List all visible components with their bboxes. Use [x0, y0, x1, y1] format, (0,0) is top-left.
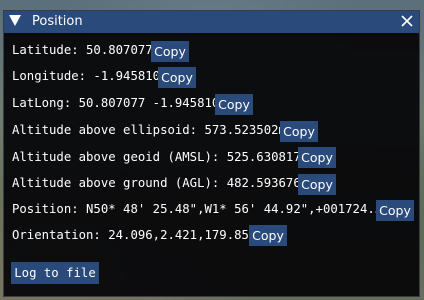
altitude-ground-label: Altitude above ground (AGL): 482.593676m [12, 176, 309, 190]
window-title: Position [32, 14, 83, 29]
longitude-label: Longitude: -1.945810 [12, 69, 161, 83]
log-to-file-button[interactable]: Log to file [11, 262, 99, 284]
position-label: Position: N50* 48' 25.48",W1* 56' 44.92"… [12, 202, 390, 216]
position-window: Position Latitude: 50.807077 Copy Longit… [3, 10, 420, 297]
latlong-label: LatLong: 50.807077 -1.945810 [12, 96, 220, 110]
copy-latlong-button[interactable]: Copy [215, 94, 253, 115]
close-icon[interactable] [399, 13, 415, 29]
copy-longitude-button[interactable]: Copy [158, 67, 196, 88]
altitude-ellipsoid-label: Altitude above ellipsoid: 573.523502m [12, 123, 286, 137]
altitude-geoid-label: Altitude above geoid (AMSL): 525.630817m [12, 150, 309, 164]
orientation-label: Orientation: 24.096,2.421,179.858 [12, 228, 257, 242]
triangle-down-icon[interactable] [9, 15, 21, 26]
copy-altitude-geoid-button[interactable]: Copy [298, 147, 336, 168]
copy-orientation-button[interactable]: Copy [249, 225, 287, 246]
copy-altitude-ground-button[interactable]: Copy [298, 174, 336, 195]
copy-altitude-ellipsoid-button[interactable]: Copy [280, 121, 318, 142]
window-titlebar[interactable]: Position [4, 11, 419, 33]
copy-position-button[interactable]: Copy [376, 200, 414, 221]
latitude-label: Latitude: 50.807077 [12, 43, 153, 57]
copy-latitude-button[interactable]: Copy [151, 41, 189, 62]
